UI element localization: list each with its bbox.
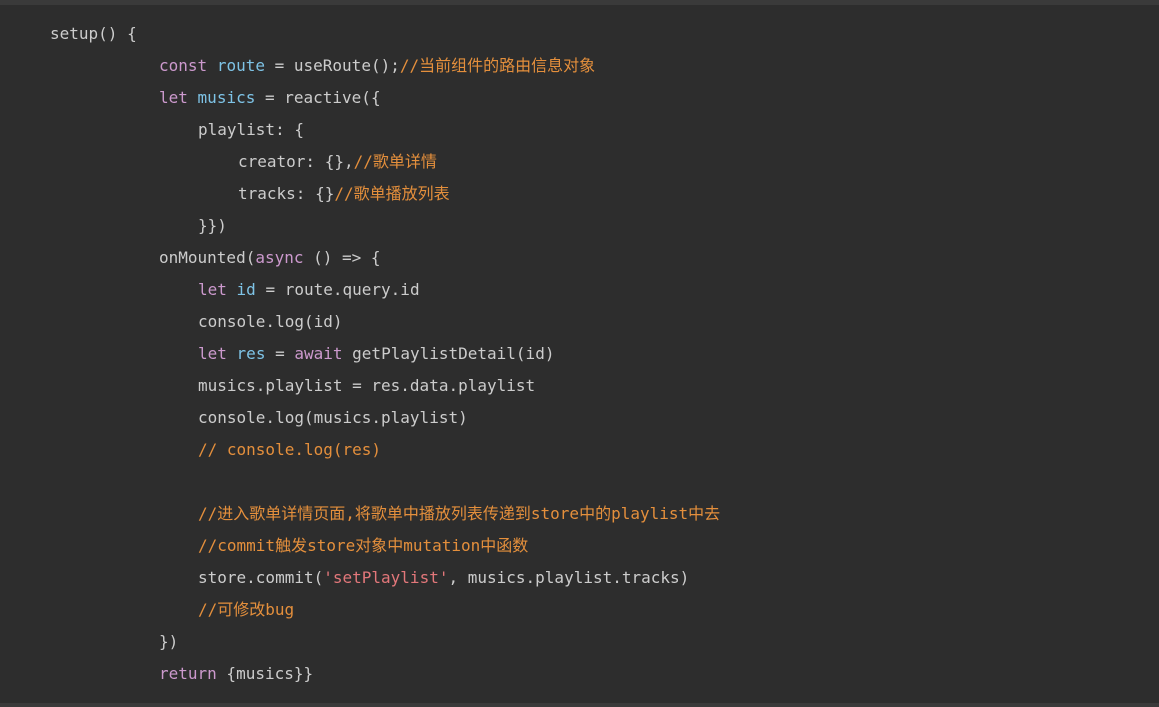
code-token-pl: }) — [159, 632, 179, 651]
code-line: console.log(id) — [50, 306, 720, 338]
code-token-cmt: //commit触发store对象中mutation中函数 — [198, 536, 529, 555]
code-token-cmt: //当前组件的路由信息对象 — [399, 56, 596, 75]
code-token-pl: setup() { — [50, 24, 137, 43]
code-token-kw: await — [294, 344, 343, 363]
code-token-pl: = reactive({ — [255, 88, 381, 107]
code-line: // console.log(res) — [50, 434, 720, 466]
top-border — [0, 0, 1159, 5]
code-token-pl: = useRoute(); — [264, 56, 400, 75]
code-token-pl: , musics.playlist.tracks) — [448, 568, 690, 587]
code-line: musics.playlist = res.data.playlist — [50, 370, 720, 402]
code-line: //进入歌单详情页面,将歌单中播放列表传递到store中的playlist中去 — [50, 498, 720, 530]
code-token-str: 'setPlaylist' — [323, 568, 449, 587]
code-token-cmt: //进入歌单详情页面,将歌单中播放列表传递到store中的playlist中去 — [198, 504, 721, 523]
code-token-cmt: //可修改bug — [198, 600, 295, 619]
code-token-pl: store.commit( — [198, 568, 324, 587]
code-block[interactable]: setup() { const route = useRoute();//当前组… — [50, 18, 720, 690]
code-line: //commit触发store对象中mutation中函数 — [50, 530, 720, 562]
code-token-pl: playlist: { — [198, 120, 304, 139]
code-line: }}) — [50, 210, 720, 242]
code-token-kw: let — [198, 344, 227, 363]
code-token-pl: musics.playlist = res.data.playlist — [198, 376, 536, 395]
bottom-border — [0, 703, 1159, 707]
code-token-var: musics — [197, 88, 256, 107]
code-token-kw: return — [159, 664, 217, 683]
code-line: let id = route.query.id — [50, 274, 720, 306]
code-line: //可修改bug — [50, 594, 720, 626]
code-editor: setup() { const route = useRoute();//当前组… — [0, 0, 1159, 707]
code-token-pl: creator: {}, — [238, 152, 354, 171]
code-line: store.commit('setPlaylist', musics.playl… — [50, 562, 720, 594]
code-token-kw: let — [198, 280, 227, 299]
code-token-pl: {musics}} — [216, 664, 314, 683]
code-token-pl: console.log(musics.playlist) — [198, 408, 468, 427]
code-line: let musics = reactive({ — [50, 82, 720, 114]
code-token-pl: onMounted( — [159, 248, 256, 267]
code-token-pl: () => { — [303, 248, 381, 267]
code-line: const route = useRoute();//当前组件的路由信息对象 — [50, 50, 720, 82]
code-token-cmt: // console.log(res) — [198, 440, 382, 459]
code-line: setup() { — [50, 18, 720, 50]
code-token-pl: = route.query.id — [255, 280, 420, 299]
code-token-kw: let — [159, 88, 188, 107]
code-line: creator: {},//歌单详情 — [50, 146, 720, 178]
code-line: }) — [50, 626, 720, 658]
code-token-var: id — [236, 280, 256, 299]
code-token-var: res — [236, 344, 266, 363]
code-token-kw: async — [255, 248, 304, 267]
code-line: console.log(musics.playlist) — [50, 402, 720, 434]
code-token-cmt: //歌单详情 — [353, 152, 437, 171]
code-line: return {musics}} — [50, 658, 720, 690]
code-token-pl: tracks: {} — [238, 184, 335, 203]
code-token-kw: const — [159, 56, 208, 75]
code-line: playlist: { — [50, 114, 720, 146]
code-token-pl: }}) — [198, 216, 227, 235]
code-token-cmt: //歌单播放列表 — [334, 184, 450, 203]
code-line: tracks: {}//歌单播放列表 — [50, 178, 720, 210]
code-line: onMounted(async () => { — [50, 242, 720, 274]
code-token-pl: console.log(id) — [198, 312, 343, 331]
code-token-var: route — [216, 56, 265, 75]
code-token-pl: getPlaylistDetail(id) — [342, 344, 555, 363]
code-token-pl: = — [265, 344, 295, 363]
code-line: let res = await getPlaylistDetail(id) — [50, 338, 720, 370]
